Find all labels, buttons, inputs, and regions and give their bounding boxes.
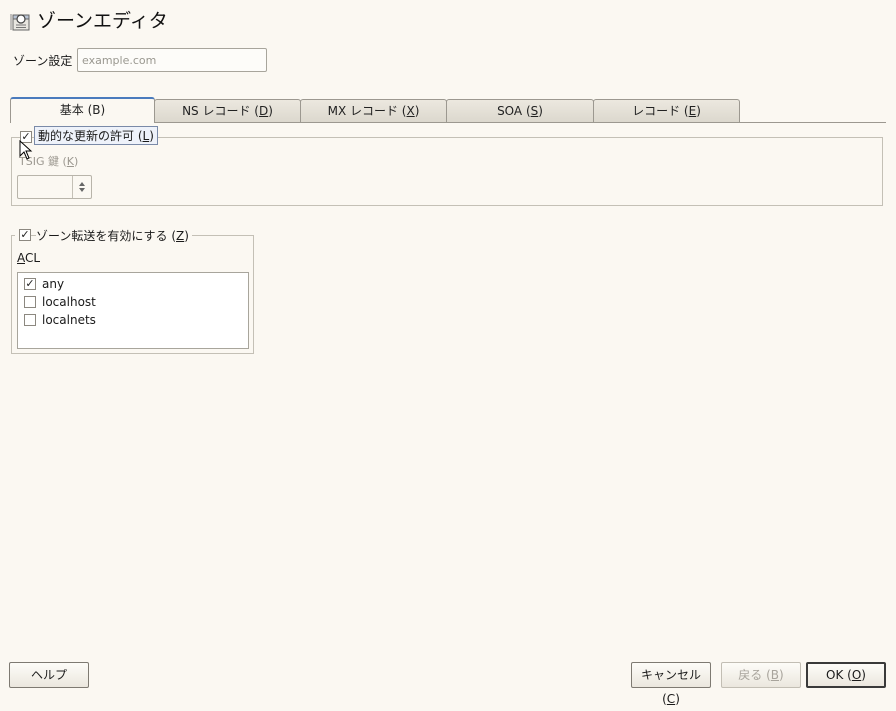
back-button-label: 戻る (B) [738, 668, 784, 682]
dynamic-update-group [11, 137, 883, 206]
tab-records[interactable]: レコード (E) [593, 99, 740, 122]
acl-label: ACL [17, 251, 41, 265]
tab-soa[interactable]: SOA (S) [446, 99, 594, 122]
zone-setting-label: ゾーン設定 [13, 54, 73, 68]
zone-transfer-label[interactable]: ゾーン転送を有効にする (Z) [36, 227, 192, 244]
dns-server-icon [10, 14, 30, 31]
acl-item-checkbox[interactable] [24, 314, 36, 326]
ok-button-label: OK (O) [826, 668, 866, 682]
tab-soa-label: SOA (S) [497, 104, 543, 118]
zone-transfer-checkbox-wrap [15, 227, 31, 243]
window-title: ゾーンエディタ [37, 10, 168, 32]
tab-basic[interactable]: 基本 (B) [10, 97, 155, 123]
tab-ns-records[interactable]: NS レコード (D) [154, 99, 301, 122]
dynamic-update-label[interactable]: 動的な更新の許可 (L) [34, 126, 158, 145]
acl-item-label: any [42, 277, 65, 291]
zone-transfer-checkbox[interactable] [19, 229, 31, 241]
acl-item-label: localhost [42, 295, 96, 309]
spin-arrows-icon[interactable] [72, 176, 91, 198]
help-button-label: ヘルプ [30, 668, 67, 682]
mouse-pointer-icon [19, 140, 33, 160]
back-button[interactable]: 戻る (B) [721, 662, 801, 688]
acl-item-checkbox[interactable] [24, 278, 36, 290]
cancel-button[interactable]: キャンセル (C) [631, 662, 711, 706]
acl-item-label: localnets [42, 313, 96, 327]
ok-button[interactable]: OK (O) [806, 662, 886, 688]
cancel-button-label: キャンセル (C) [640, 668, 701, 706]
acl-item-checkbox[interactable] [24, 296, 36, 308]
help-button[interactable]: ヘルプ [9, 662, 89, 688]
tab-basic-label: 基本 (B) [59, 103, 106, 117]
zone-name-input[interactable] [77, 48, 267, 72]
acl-list[interactable]: any localhost localnets [17, 272, 249, 349]
tab-ns-label: NS レコード (D) [182, 104, 273, 118]
tab-records-label: レコード (E) [632, 104, 701, 118]
tsig-key-combo[interactable] [17, 175, 92, 199]
tab-mx-label: MX レコード (X) [327, 104, 420, 118]
tab-mx-records[interactable]: MX レコード (X) [300, 99, 447, 122]
